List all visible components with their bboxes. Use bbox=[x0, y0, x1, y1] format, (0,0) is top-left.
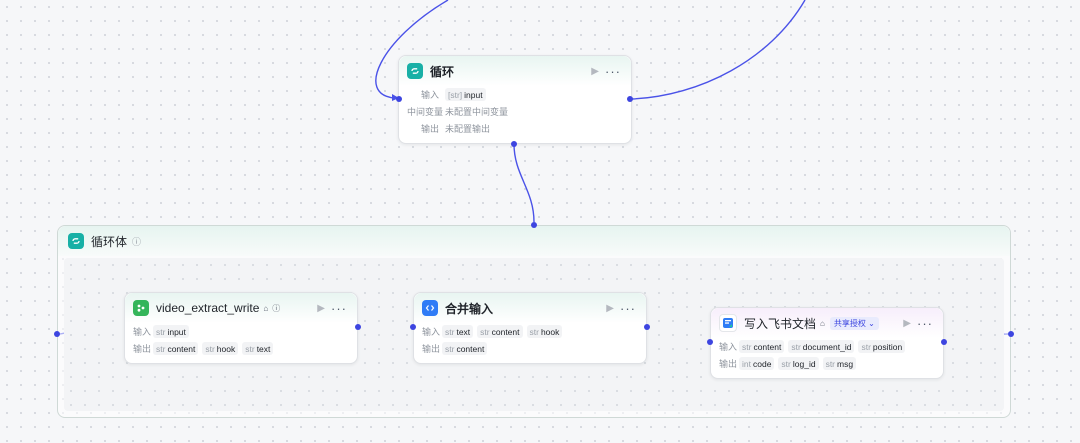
loop-vars-row: 中间变量 未配置中间变量 bbox=[399, 103, 631, 120]
plugin-icon bbox=[133, 300, 149, 316]
edge-loop-to-body bbox=[513, 143, 535, 223]
feishu-node[interactable]: 写入飞书文档 ⌂ 共享授权 ⌄ ▶ ··· 输入 str content str d… bbox=[710, 307, 944, 379]
merge-in-port[interactable] bbox=[410, 324, 416, 330]
input-tag: str position bbox=[858, 340, 906, 353]
output-label: 输出 bbox=[422, 344, 441, 354]
merge-out-port[interactable] bbox=[644, 324, 650, 330]
more-icon[interactable]: ··· bbox=[917, 316, 933, 331]
input-label: 输入 bbox=[420, 90, 439, 100]
output-tag: str content bbox=[442, 342, 488, 355]
run-icon[interactable]: ▶ bbox=[317, 303, 325, 314]
input-tag: str hook bbox=[526, 325, 563, 338]
input-label: 输入 bbox=[719, 342, 738, 352]
feishu-node-header: 写入飞书文档 ⌂ 共享授权 ⌄ ▶ ··· bbox=[711, 308, 943, 338]
feishu-node-title: 写入飞书文档 bbox=[744, 316, 817, 331]
more-icon[interactable]: ··· bbox=[331, 301, 347, 316]
output-label: 输出 bbox=[719, 359, 738, 369]
share-auth-badge[interactable]: 共享授权 ⌄ bbox=[829, 316, 879, 330]
loop-body-in-port[interactable] bbox=[54, 331, 60, 337]
output-tag: str content bbox=[153, 342, 199, 355]
output-value: 未配置输出 bbox=[445, 124, 491, 134]
loop-body-out-port[interactable] bbox=[1008, 331, 1014, 337]
merge-node-title: 合并输入 bbox=[445, 301, 494, 316]
input-tag: str content bbox=[739, 340, 785, 353]
input-tag: str input bbox=[153, 325, 189, 338]
loop-body-icon bbox=[68, 233, 84, 249]
code-icon bbox=[422, 300, 438, 316]
output-tag: str hook bbox=[202, 342, 239, 355]
loop-bottom-port[interactable] bbox=[511, 141, 517, 147]
package-icon: ⌂ bbox=[820, 318, 825, 328]
extract-out-port[interactable] bbox=[355, 324, 361, 330]
input-label: 输入 bbox=[422, 327, 441, 337]
output-tag: int code bbox=[739, 357, 775, 370]
input-tag: str document_id bbox=[788, 340, 855, 353]
loop-node[interactable]: 循环 ▶ ··· 输入 [str] input 中间变量 未配置中间变量 输出 未… bbox=[398, 55, 632, 144]
input-tag: [str] input bbox=[445, 88, 486, 101]
extract-output-row: 输出 str content str hook str text bbox=[125, 340, 357, 357]
info-icon[interactable]: ⓘ bbox=[132, 235, 141, 248]
output-label: 输出 bbox=[420, 124, 439, 134]
run-icon[interactable]: ▶ bbox=[591, 66, 599, 77]
merge-node[interactable]: 合并输入 ▶ ··· 输入 str text str content str hook… bbox=[413, 292, 647, 364]
feishu-doc-icon bbox=[719, 314, 737, 332]
loop-icon bbox=[407, 63, 423, 79]
edge-loop-out-top-right bbox=[631, 0, 806, 100]
output-tag: str text bbox=[242, 342, 274, 355]
extract-node[interactable]: video_extract_write ⌂ ⓘ ▶ ··· 输入 str inpu… bbox=[124, 292, 358, 364]
loop-out-port[interactable] bbox=[627, 96, 633, 102]
extract-input-row: 输入 str input bbox=[125, 323, 357, 340]
feishu-in-port[interactable] bbox=[707, 339, 713, 345]
loop-body-header: 循环体 ⓘ bbox=[58, 226, 1010, 256]
more-icon[interactable]: ··· bbox=[605, 64, 621, 79]
loop-node-title: 循环 bbox=[430, 64, 455, 79]
vars-label: 中间变量 bbox=[407, 107, 444, 117]
loop-in-port[interactable] bbox=[396, 96, 402, 102]
merge-node-header: 合并输入 ▶ ··· bbox=[414, 293, 646, 323]
merge-output-row: 输出 str content bbox=[414, 340, 646, 357]
extract-node-title: video_extract_write bbox=[156, 301, 260, 315]
output-label: 输出 bbox=[133, 344, 152, 354]
input-label: 输入 bbox=[133, 327, 152, 337]
info-icon[interactable]: ⓘ bbox=[272, 303, 280, 314]
input-tag: str content bbox=[477, 325, 523, 338]
run-icon[interactable]: ▶ bbox=[606, 303, 614, 314]
more-icon[interactable]: ··· bbox=[620, 301, 636, 316]
vars-value: 未配置中间变量 bbox=[445, 107, 509, 117]
input-tag: str text bbox=[442, 325, 474, 338]
loop-input-row: 输入 [str] input bbox=[399, 86, 631, 103]
merge-input-row: 输入 str text str content str hook bbox=[414, 323, 646, 340]
feishu-out-port[interactable] bbox=[941, 339, 947, 345]
extract-node-header: video_extract_write ⌂ ⓘ ▶ ··· bbox=[125, 293, 357, 323]
loop-output-row: 输出 未配置输出 bbox=[399, 120, 631, 137]
loop-body-top-port[interactable] bbox=[531, 222, 537, 228]
package-icon: ⌂ bbox=[263, 303, 269, 313]
loop-body-title: 循环体 bbox=[91, 234, 128, 249]
output-tag: str log_id bbox=[778, 357, 819, 370]
feishu-output-row: 输出 int code str log_id str msg bbox=[711, 355, 943, 372]
output-tag: str msg bbox=[822, 357, 857, 370]
feishu-input-row: 输入 str content str document_id str position bbox=[711, 338, 943, 355]
run-icon[interactable]: ▶ bbox=[903, 318, 911, 329]
loop-node-header: 循环 ▶ ··· bbox=[399, 56, 631, 86]
